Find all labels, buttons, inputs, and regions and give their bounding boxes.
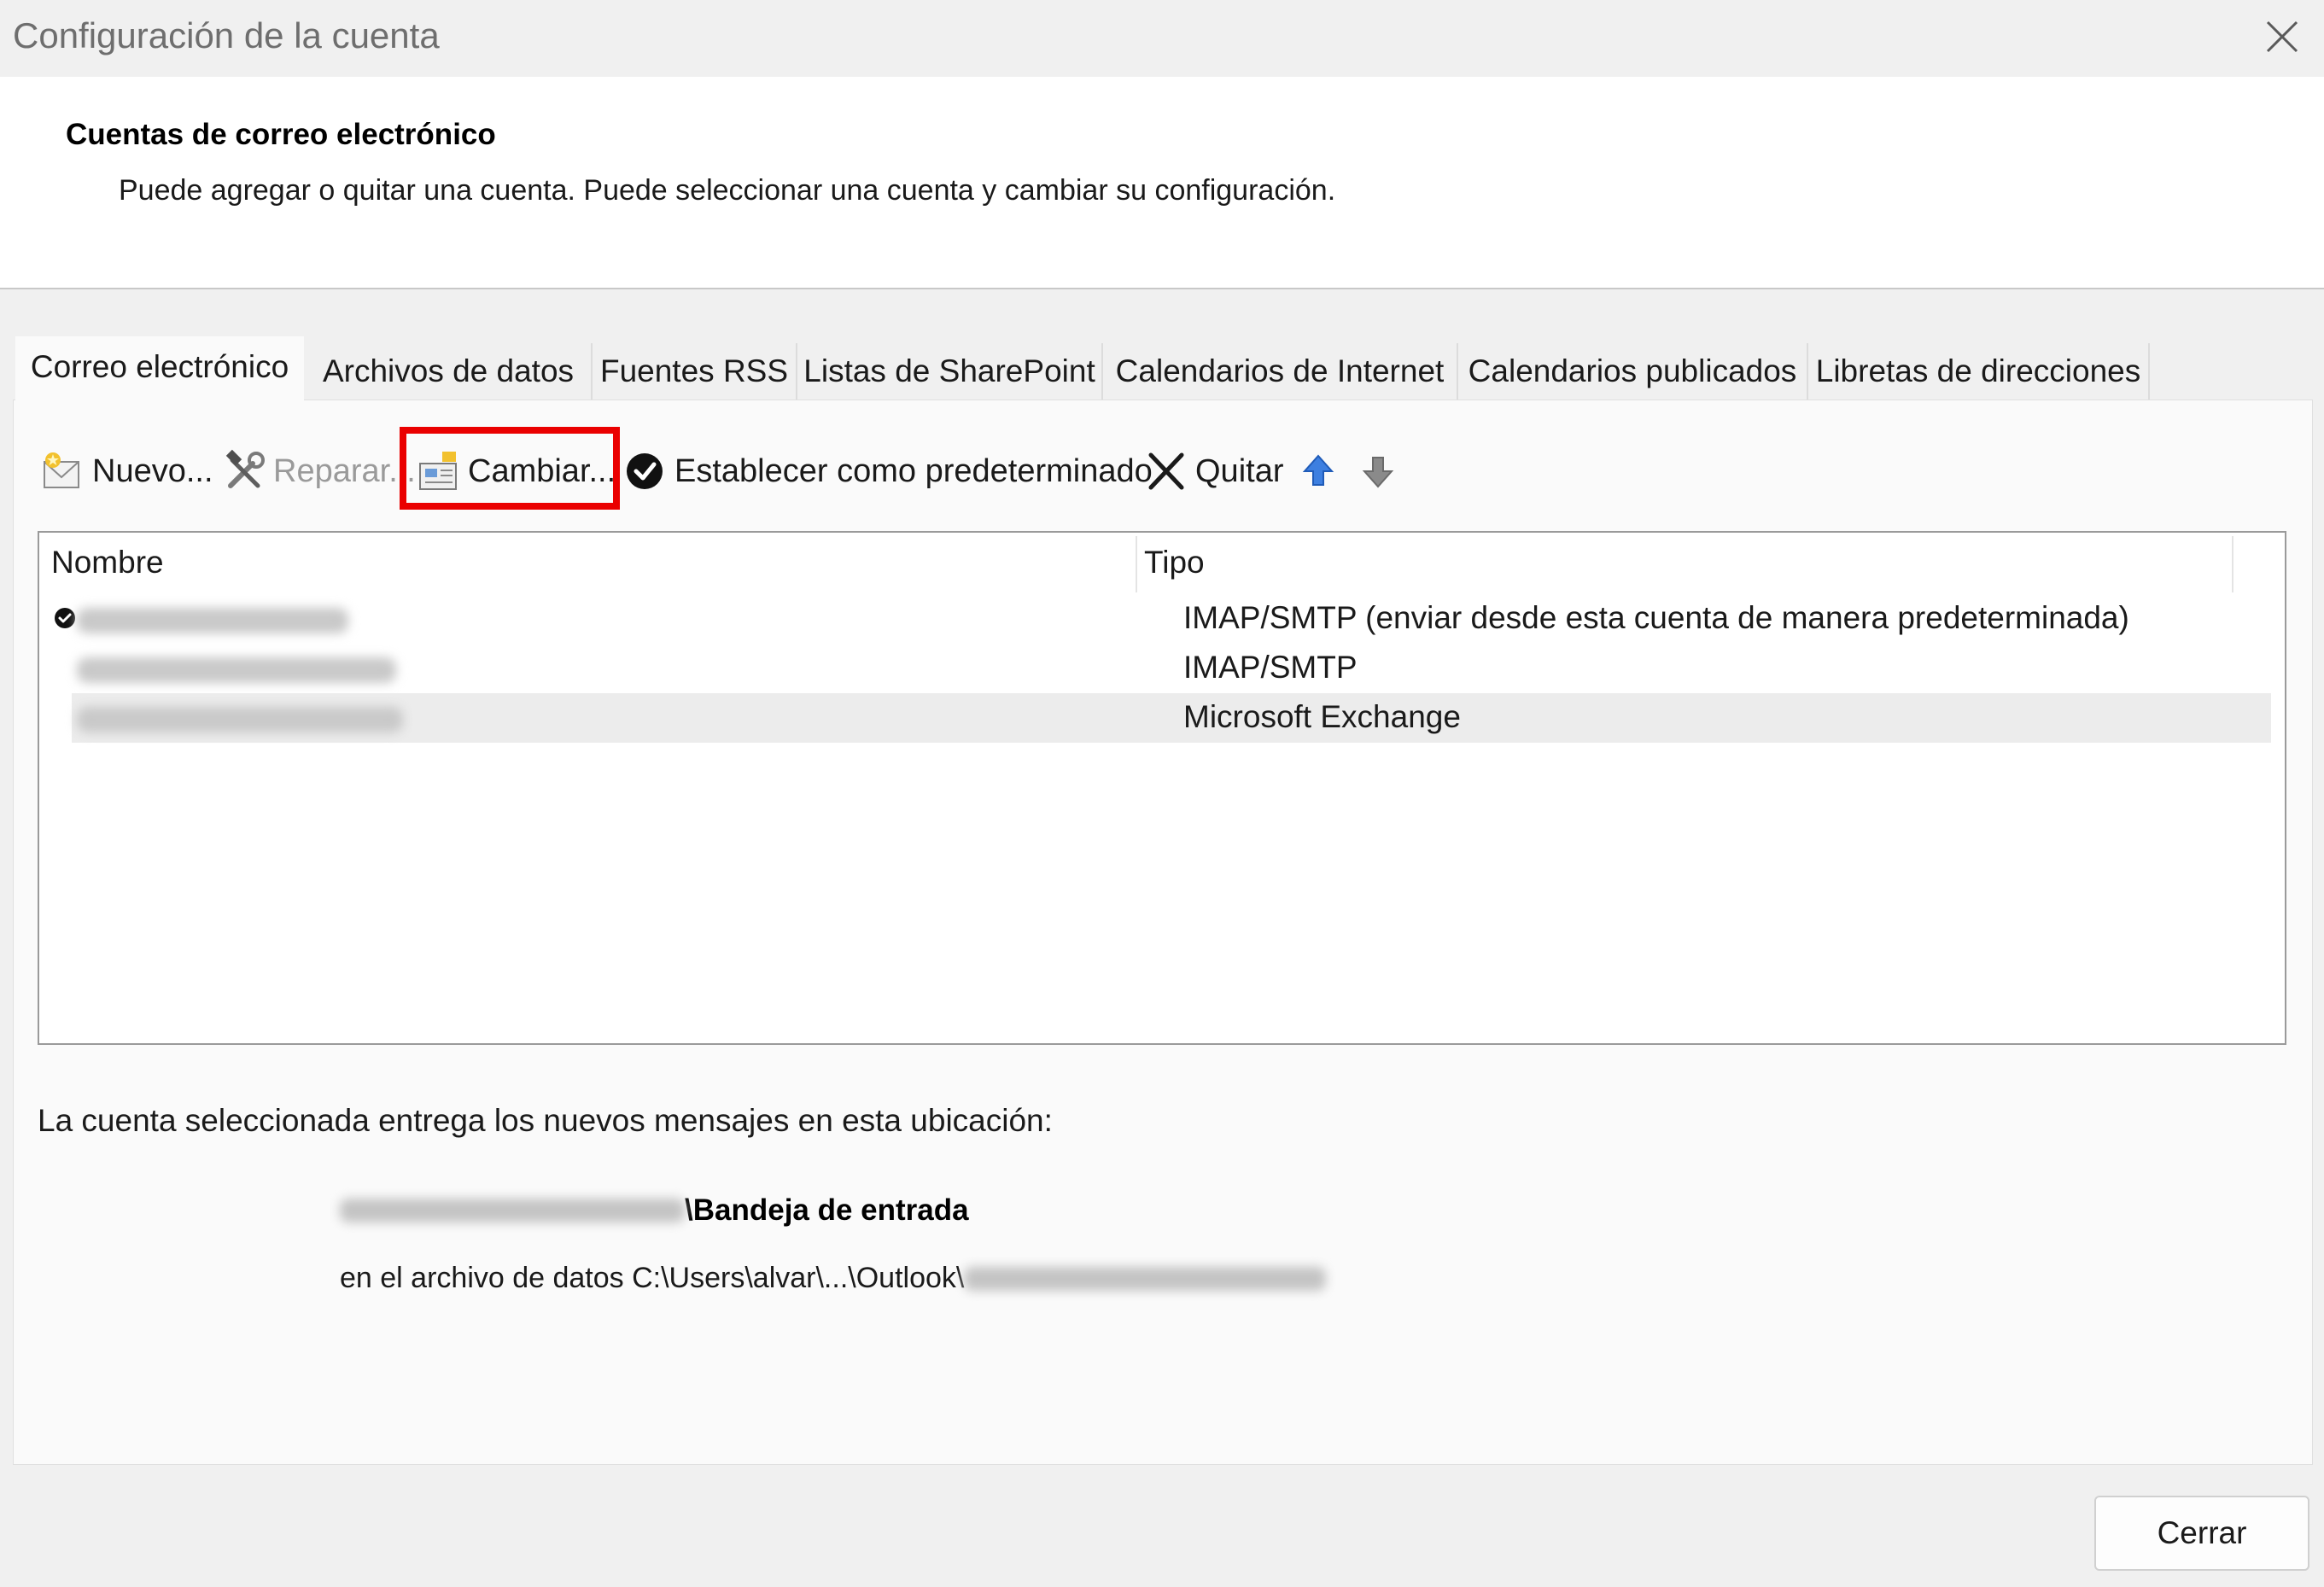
account-type: Microsoft Exchange — [1183, 699, 1461, 734]
arrow-down-icon — [1362, 457, 1394, 488]
account-name-redacted — [77, 608, 348, 633]
account-name-redacted — [77, 707, 403, 732]
window-title: Configuración de la cuenta — [13, 15, 440, 55]
account-type: IMAP/SMTP (enviar desde esta cuenta de m… — [1183, 600, 2129, 635]
move-down-button[interactable] — [1359, 437, 1402, 505]
change-button[interactable]: Cambiar... — [417, 437, 616, 505]
column-separator[interactable] — [2232, 536, 2233, 592]
set-default-button[interactable]: Establecer como predeterminado — [623, 437, 1153, 505]
tab-calendarios-publicados[interactable]: Calendarios publicados — [1458, 343, 1808, 400]
column-separator[interactable] — [1136, 536, 1137, 592]
remove-button[interactable]: Quitar — [1144, 437, 1283, 505]
new-email-icon — [44, 452, 79, 488]
remove-x-icon — [1148, 452, 1184, 490]
mailbox-name-redacted — [340, 1199, 685, 1222]
section-description: Puede agregar o quitar una cuenta. Puede… — [119, 174, 1336, 207]
repair-button[interactable]: Reparar... — [222, 437, 416, 505]
checkmark-circle-icon — [627, 453, 663, 489]
new-label: Nuevo... — [92, 452, 213, 489]
account-row[interactable]: IMAP/SMTP (enviar desde esta cuenta de m… — [55, 594, 2271, 644]
close-button[interactable]: Cerrar — [2094, 1496, 2309, 1571]
path-prefix: en el archivo de datos C:\Users\alvar\..… — [340, 1262, 965, 1294]
arrow-up-icon — [1302, 454, 1334, 486]
close-icon[interactable] — [2261, 15, 2304, 58]
delivery-label: La cuenta seleccionada entrega los nuevo… — [38, 1103, 1053, 1138]
tab-strip: Correo electrónico Archivos de datos Fue… — [15, 336, 2150, 401]
title-bar: Configuración de la cuenta — [0, 0, 2324, 77]
account-row[interactable]: Microsoft Exchange — [72, 693, 2271, 743]
accounts-list[interactable]: Nombre Tipo IMAP/SMTP (enviar desde esta… — [38, 531, 2286, 1045]
set-default-label: Establecer como predeterminado — [674, 452, 1153, 489]
tab-correo-electronico[interactable]: Correo electrónico — [15, 336, 304, 401]
data-file-path: en el archivo de datos C:\Users\alvar\..… — [340, 1262, 1327, 1295]
account-type: IMAP/SMTP — [1183, 650, 1358, 685]
tab-archivos-de-datos[interactable]: Archivos de datos — [306, 343, 593, 400]
column-header-tipo[interactable]: Tipo — [1144, 545, 1205, 581]
remove-label: Quitar — [1195, 452, 1284, 489]
new-account-button[interactable]: Nuevo... — [41, 437, 213, 505]
section-title: Cuentas de correo electrónico — [66, 118, 496, 151]
tab-libretas-direcciones[interactable]: Libretas de direcciones — [1808, 343, 2150, 400]
account-name-redacted — [77, 657, 396, 683]
change-label: Cambiar... — [468, 452, 616, 489]
repair-label: Reparar... — [273, 452, 416, 489]
delivery-folder: \Bandeja de entrada — [340, 1193, 969, 1228]
tab-fuentes-rss[interactable]: Fuentes RSS — [593, 343, 797, 400]
dialog-header: Cuentas de correo electrónico Puede agre… — [0, 77, 2324, 289]
column-header-nombre[interactable]: Nombre — [51, 545, 164, 581]
account-row[interactable]: IMAP/SMTP — [72, 644, 2271, 693]
tab-listas-sharepoint[interactable]: Listas de SharePoint — [797, 343, 1103, 400]
change-account-icon — [419, 452, 457, 490]
default-check-icon — [55, 608, 75, 628]
data-file-name-redacted — [964, 1266, 1327, 1291]
tools-icon — [225, 449, 265, 488]
move-up-button[interactable] — [1299, 437, 1342, 505]
tab-calendarios-internet[interactable]: Calendarios de Internet — [1103, 343, 1458, 400]
folder-name: \Bandeja de entrada — [685, 1193, 969, 1227]
